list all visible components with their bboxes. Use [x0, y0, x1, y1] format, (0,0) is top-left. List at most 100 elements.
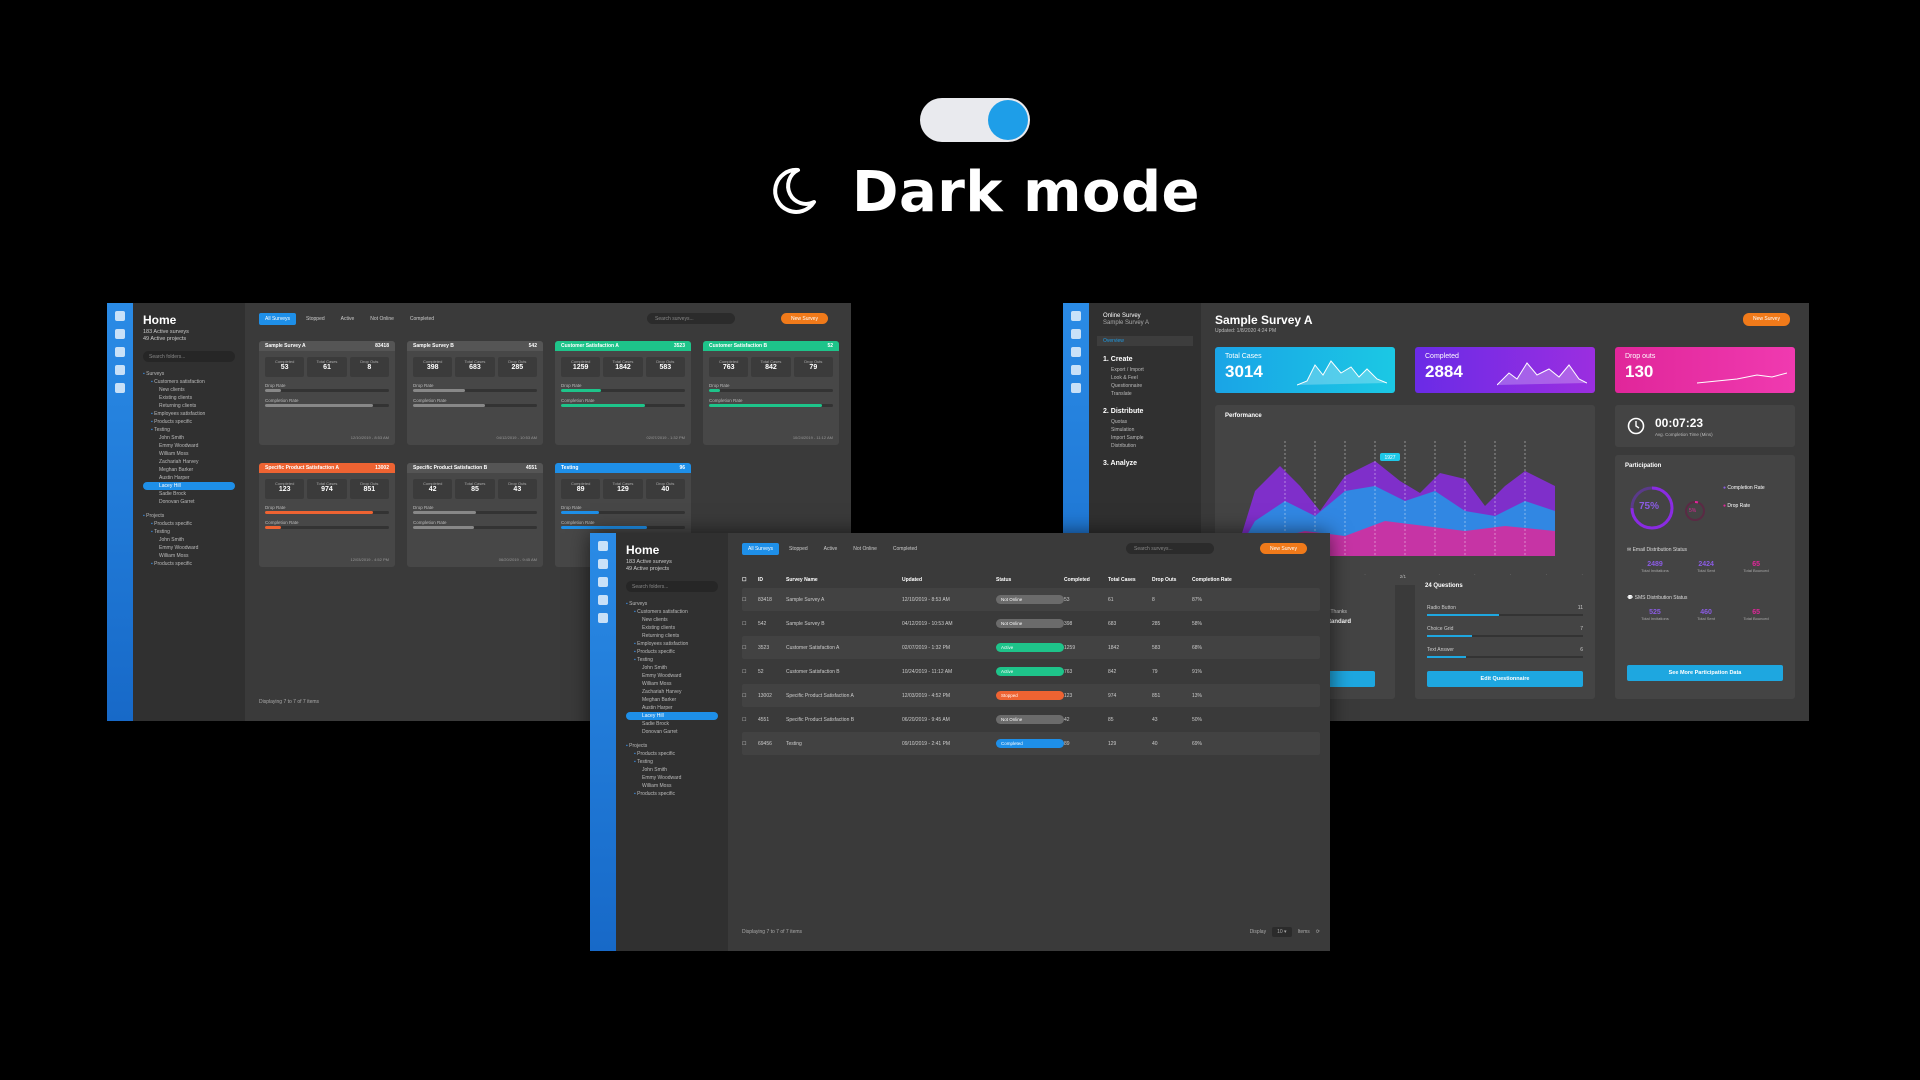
tree-item[interactable]: Products specific — [143, 560, 235, 568]
tree-item[interactable]: Products specific — [626, 648, 718, 656]
table-row[interactable]: ☐ 83418 Sample Survey A 12/10/2019 - 8:5… — [742, 588, 1320, 611]
col-header[interactable]: Status — [996, 577, 1064, 583]
menu-icon[interactable] — [598, 541, 608, 551]
table-row[interactable]: ☐ 3523 Customer Satisfaction A 02/07/201… — [742, 636, 1320, 659]
tree-item[interactable]: William Moss — [143, 552, 235, 560]
folder-search-input[interactable]: Search folders... — [143, 351, 235, 362]
globe-icon[interactable] — [1071, 365, 1081, 375]
nav-item[interactable]: Simulation — [1111, 426, 1179, 434]
document-icon[interactable] — [598, 613, 608, 623]
dark-mode-toggle[interactable] — [920, 98, 1030, 142]
document-icon[interactable] — [1071, 383, 1081, 393]
tree-item[interactable]: Austin Harper — [143, 474, 235, 482]
tree-item[interactable]: Customers satisfaction — [626, 608, 718, 616]
tree-item[interactable]: Returning clients — [143, 402, 235, 410]
tree-item[interactable]: Testing — [143, 528, 235, 536]
surveys-icon[interactable] — [1071, 347, 1081, 357]
col-header[interactable]: Updated — [902, 577, 996, 583]
tree-item[interactable]: Employees satisfaction — [143, 410, 235, 418]
survey-card[interactable]: Specific Product Satisfaction B 4551 Comp… — [407, 463, 543, 567]
tree-item[interactable]: Existing clients — [626, 624, 718, 632]
cell-name[interactable]: Specific Product Satisfaction B — [786, 717, 902, 723]
cell-name[interactable]: Sample Survey A — [786, 597, 902, 603]
tree-item[interactable]: Products specific — [626, 790, 718, 798]
survey-search-input[interactable]: Search surveys... — [647, 313, 735, 324]
tree-item[interactable]: Emmy Woodward — [143, 544, 235, 552]
menu-icon[interactable] — [115, 311, 125, 321]
tab-active[interactable]: Active — [335, 313, 361, 325]
see-more-participation-button[interactable]: See More Participation Data — [1627, 665, 1783, 681]
survey-search-input[interactable]: Search surveys... — [1126, 543, 1214, 554]
tree-item[interactable]: Zachariah Harvey — [626, 688, 718, 696]
tree-item[interactable]: Meghan Barker — [143, 466, 235, 474]
row-checkbox[interactable]: ☐ — [742, 693, 758, 699]
table-row[interactable]: ☐ 69456 Testing 09/10/2019 - 2:41 PM Com… — [742, 732, 1320, 755]
new-survey-button[interactable]: New Survey — [1260, 543, 1307, 554]
document-icon[interactable] — [115, 383, 125, 393]
tree-item[interactable]: Testing — [143, 426, 235, 434]
tab-active[interactable]: Active — [818, 543, 844, 555]
row-checkbox[interactable]: ☐ — [742, 621, 758, 627]
row-checkbox[interactable]: ☐ — [742, 717, 758, 723]
cell-name[interactable]: Customer Satisfaction B — [786, 669, 902, 675]
table-row[interactable]: ☐ 13002 Specific Product Satisfaction A … — [742, 684, 1320, 707]
surveys-icon[interactable] — [598, 577, 608, 587]
tree-item[interactable]: Testing — [626, 656, 718, 664]
new-survey-button[interactable]: New Survey — [1743, 313, 1790, 326]
tree-item[interactable]: Products specific — [143, 520, 235, 528]
surveys-icon[interactable] — [115, 347, 125, 357]
tree-item[interactable]: Testing — [626, 758, 718, 766]
toggle-knob[interactable] — [988, 100, 1028, 140]
tree-item-selected[interactable]: Lacey Hill — [626, 712, 718, 720]
col-header[interactable]: Drop Outs — [1152, 577, 1192, 583]
edit-questionnaire-button[interactable]: Edit Questionnaire — [1427, 671, 1583, 687]
nav-item[interactable]: Export / Import — [1111, 366, 1179, 374]
tree-item[interactable]: Austin Harper — [626, 704, 718, 712]
survey-card[interactable]: Specific Product Satisfaction A 13002 Com… — [259, 463, 395, 567]
tree-surveys[interactable]: Surveys — [626, 600, 718, 608]
page-size-select[interactable]: 10 ▾ — [1272, 927, 1292, 937]
nav-item[interactable]: Quotas — [1111, 418, 1179, 426]
table-row[interactable]: ☐ 52 Customer Satisfaction B 10/24/2019 … — [742, 660, 1320, 683]
home-icon[interactable] — [115, 329, 125, 339]
tree-item[interactable]: Employees satisfaction — [626, 640, 718, 648]
tab-all-surveys[interactable]: All Surveys — [742, 543, 780, 555]
tree-item[interactable]: William Moss — [626, 782, 718, 790]
col-header[interactable]: Survey Name — [786, 577, 902, 583]
survey-card[interactable]: Customer Satisfaction B 52 Completed 763 T… — [703, 341, 839, 445]
new-survey-button[interactable]: New Survey — [781, 313, 828, 324]
tree-item[interactable]: Customers satisfaction — [143, 378, 235, 386]
tree-item[interactable]: Emmy Woodward — [626, 774, 718, 782]
col-header[interactable]: Total Cases — [1108, 577, 1152, 583]
nav-item[interactable]: Import Sample — [1111, 434, 1179, 442]
home-icon[interactable] — [1071, 329, 1081, 339]
globe-icon[interactable] — [115, 365, 125, 375]
row-checkbox[interactable]: ☐ — [742, 597, 758, 603]
tree-item[interactable]: John Smith — [143, 536, 235, 544]
tree-projects[interactable]: Projects — [143, 512, 235, 520]
tree-surveys[interactable]: Surveys — [143, 370, 235, 378]
tab-completed[interactable]: Completed — [404, 313, 440, 325]
tree-item[interactable]: John Smith — [626, 766, 718, 774]
tree-item[interactable]: William Moss — [626, 680, 718, 688]
tree-item[interactable]: New clients — [143, 386, 235, 394]
survey-card[interactable]: Sample Survey B 542 Completed 398 Total Ca… — [407, 341, 543, 445]
tab-all-surveys[interactable]: All Surveys — [259, 313, 297, 325]
tree-item[interactable]: Meghan Barker — [626, 696, 718, 704]
tree-item[interactable]: Sadie Brock — [143, 490, 235, 498]
select-all-checkbox[interactable]: ☐ — [742, 577, 758, 583]
col-header[interactable]: Completed — [1064, 577, 1108, 583]
refresh-icon[interactable]: ⟳ — [1316, 929, 1320, 935]
survey-card[interactable]: Sample Survey A 83418 Completed 53 Total C… — [259, 341, 395, 445]
nav-distribute[interactable]: 2. Distribute — [1103, 408, 1187, 415]
nav-overview[interactable]: Overview — [1097, 336, 1193, 346]
row-checkbox[interactable]: ☐ — [742, 669, 758, 675]
table-row[interactable]: ☐ 4551 Specific Product Satisfaction B 0… — [742, 708, 1320, 731]
menu-icon[interactable] — [1071, 311, 1081, 321]
nav-create[interactable]: 1. Create — [1103, 356, 1187, 363]
tree-item-selected[interactable]: Lacey Hill — [143, 482, 235, 490]
home-icon[interactable] — [598, 559, 608, 569]
cell-name[interactable]: Testing — [786, 741, 902, 747]
tree-item[interactable]: William Moss — [143, 450, 235, 458]
cell-name[interactable]: Specific Product Satisfaction A — [786, 693, 902, 699]
